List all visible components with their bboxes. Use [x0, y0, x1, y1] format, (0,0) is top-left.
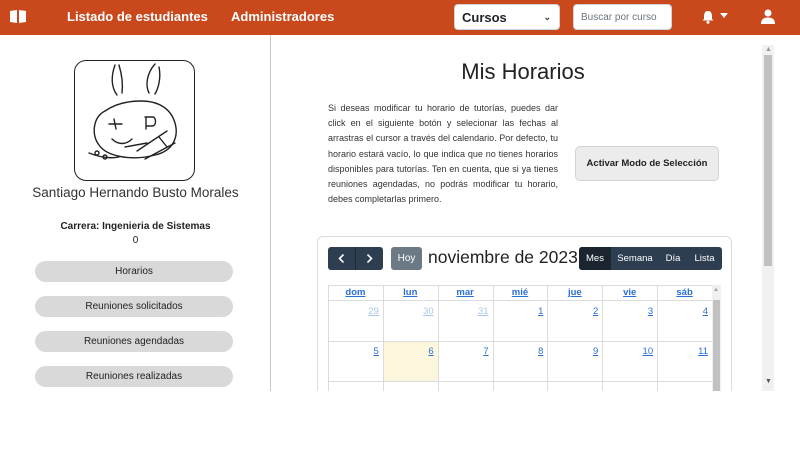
day-number[interactable]: 11 [698, 346, 708, 357]
day-number[interactable]: 8 [538, 346, 543, 357]
grid-line [328, 285, 329, 391]
weekday-header-6[interactable]: sáb [657, 287, 712, 301]
scroll-down-icon[interactable]: ▼ [765, 378, 772, 385]
weekday-header-5[interactable]: vie [602, 287, 657, 301]
day-cell[interactable]: 11 [657, 341, 712, 381]
student-name: Santiago Hernando Busto Morales [32, 185, 239, 200]
day-number[interactable]: 6 [428, 346, 433, 357]
career-count: 0 [132, 235, 139, 246]
grid-line [328, 341, 712, 342]
view-day-button[interactable]: Día [659, 247, 687, 270]
weekday-header-2[interactable]: mar [438, 287, 493, 301]
grid-line [547, 285, 548, 391]
day-cell[interactable]: 8 [493, 341, 548, 381]
next-month-button[interactable] [355, 247, 383, 270]
intro-text: Si deseas modificar tu horario de tutorí… [328, 103, 558, 205]
grid-line [493, 285, 494, 391]
rabbit-drawing-icon [88, 63, 177, 160]
day-cell[interactable]: 2 [547, 301, 602, 341]
day-cell[interactable]: 31 [438, 301, 493, 341]
day-cell[interactable]: 10 [602, 341, 657, 381]
course-search-input[interactable] [573, 4, 672, 30]
today-button[interactable]: Hoy [391, 247, 422, 270]
profile-sidebar: Santiago Hernando Busto Morales Carrera:… [0, 35, 271, 391]
day-number[interactable]: 3 [648, 306, 653, 317]
top-navbar: Listado de estudiantes Administradores C… [0, 0, 800, 35]
weekday-header-3[interactable]: mié [493, 287, 548, 301]
page-scrollbar-thumb[interactable] [764, 55, 772, 266]
calendar: Hoy noviembre de 2023 Mes Semana Día Lis… [317, 236, 732, 391]
chevron-right-icon [366, 254, 373, 263]
grid-line [438, 285, 439, 391]
bell-icon[interactable] [701, 10, 715, 24]
day-cell[interactable]: 7 [438, 341, 493, 381]
day-number[interactable]: 2 [593, 306, 598, 317]
user-icon[interactable] [761, 9, 775, 24]
view-list-button[interactable]: Lista [687, 247, 722, 270]
notifications-dropdown-caret[interactable] [720, 13, 728, 18]
requested-meetings-button[interactable]: Reuniones solicitados [35, 296, 233, 317]
day-cell[interactable]: 9 [547, 341, 602, 381]
calendar-scrollbar-thumb[interactable] [713, 300, 720, 391]
day-cell[interactable]: 29 [328, 301, 383, 341]
weekday-header-0[interactable]: dom [328, 287, 383, 301]
prev-month-button[interactable] [328, 247, 355, 270]
day-number[interactable]: 31 [478, 306, 489, 317]
day-number[interactable]: 29 [368, 306, 379, 317]
scheduled-meetings-button[interactable]: Reuniones agendadas [35, 331, 233, 352]
day-number[interactable]: 7 [483, 346, 488, 357]
day-number[interactable]: 30 [423, 306, 434, 317]
chevron-left-icon [338, 254, 345, 263]
schedules-button[interactable]: Horarios [35, 261, 233, 282]
day-number[interactable]: 5 [374, 346, 379, 357]
day-number[interactable]: 10 [643, 346, 654, 357]
completed-meetings-button[interactable]: Reuniones realizadas [35, 366, 233, 387]
chevron-down-icon: ⌄ [543, 12, 551, 22]
avatar [74, 60, 195, 181]
page-title: Mis Horarios [461, 59, 585, 84]
day-number[interactable]: 1 [538, 306, 543, 317]
day-cell-today[interactable]: 6 [382, 341, 438, 381]
scroll-up-icon[interactable]: ▲ [713, 287, 719, 293]
day-cell[interactable]: 5 [328, 341, 383, 381]
courses-select-value: Cursos [462, 10, 507, 25]
grid-line [657, 285, 658, 391]
page-scrollbar[interactable]: ▲ ▼ [762, 45, 774, 391]
nav-admins-link[interactable]: Administradores [231, 9, 334, 24]
main-content: Mis Horarios Si deseas modificar tu hora… [272, 35, 762, 391]
calendar-scrollbar[interactable]: ▲ [712, 285, 721, 391]
day-number[interactable]: 9 [593, 346, 598, 357]
view-week-button[interactable]: Semana [611, 247, 659, 270]
grid-line [383, 285, 384, 391]
weekday-header-4[interactable]: jue [547, 287, 602, 301]
activate-selection-mode-button[interactable]: Activar Modo de Selección [575, 146, 719, 181]
day-number[interactable]: 4 [703, 306, 708, 317]
book-icon[interactable] [10, 10, 26, 23]
day-cell[interactable]: 4 [657, 301, 712, 341]
view-switcher: Mes Semana Día Lista [579, 247, 722, 270]
grid-line [602, 285, 603, 391]
nav-students-link[interactable]: Listado de estudiantes [67, 9, 208, 24]
day-cell[interactable]: 1 [493, 301, 548, 341]
career-label: Carrera: Ingenieria de Sistemas [60, 221, 211, 232]
grid-line [328, 381, 712, 382]
scroll-up-icon[interactable]: ▲ [765, 46, 772, 53]
day-cell[interactable]: 3 [602, 301, 657, 341]
day-cell[interactable]: 30 [383, 301, 438, 341]
view-month-button[interactable]: Mes [579, 247, 611, 270]
weekday-header-1[interactable]: lun [383, 287, 438, 301]
calendar-title: noviembre de 2023 [428, 247, 578, 267]
courses-select[interactable]: Cursos ⌄ [454, 4, 560, 30]
